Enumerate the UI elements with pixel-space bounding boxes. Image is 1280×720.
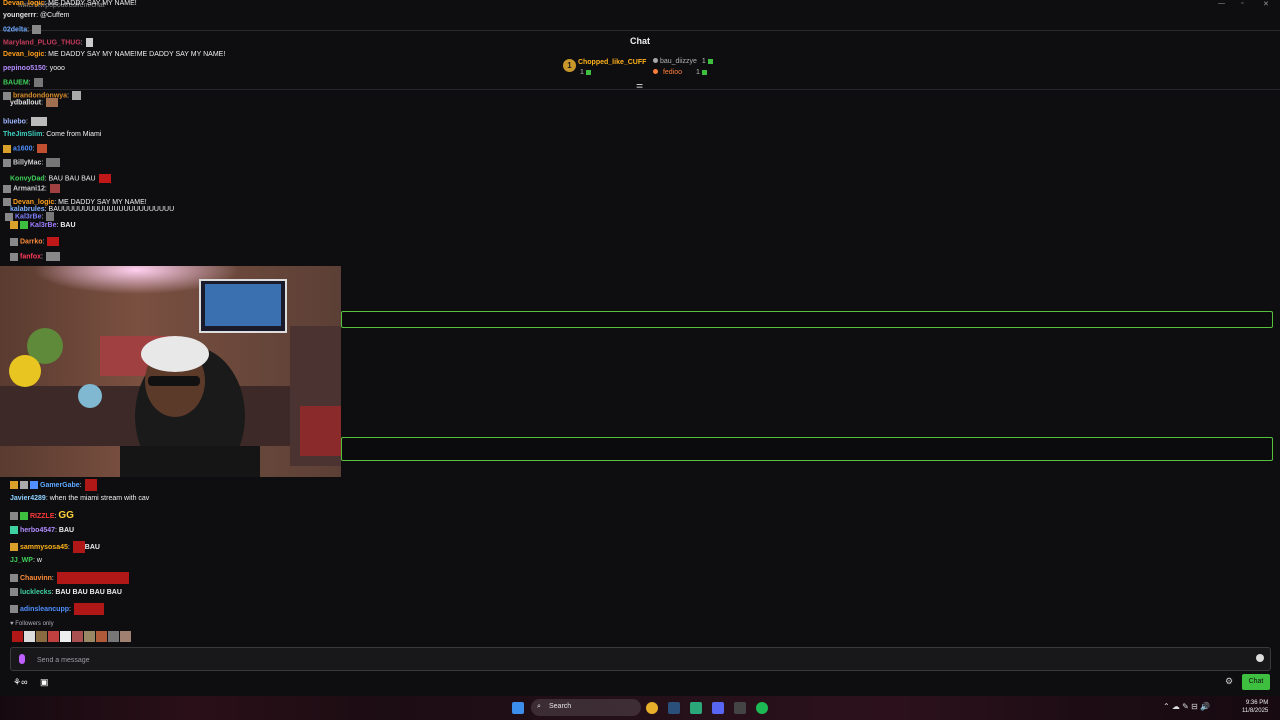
list-item: ydballout: [10,98,59,107]
bottom-left-controls: ⚘∞ ▣ [13,677,49,688]
list-item: Armani12: [3,184,60,193]
list-item: Devan_logic: ME DADDY SAY MY NAME! [3,0,137,7]
emote-strip[interactable] [11,631,131,644]
taskbar-clock[interactable]: 9:36 PM 11/8/2025 [1242,699,1268,715]
chat-message[interactable]: GamerGabe: [10,479,97,491]
taskbar-search[interactable]: ⌕ Search [531,699,641,716]
list-item: BAUEM: [3,78,43,87]
chat-message[interactable]: lucklecks: BAU BAU BAU BAU [10,588,122,596]
leaderboard-name: Chopped_like_CUFF [577,59,647,66]
emoji-picker-icon[interactable] [1256,654,1264,662]
close-icon[interactable]: ✕ [1263,0,1269,8]
chrome-icon[interactable] [646,702,658,714]
chat-message[interactable]: RIZZLE: GG [10,510,74,521]
spotify-icon[interactable] [756,702,768,714]
windows-start-icon[interactable] [512,702,524,714]
rank-dot-icon [653,58,658,63]
search-icon: ⌕ [537,703,541,710]
list-item: bluebo: [3,117,47,126]
list-item: TheJimSlim: Come from Miami [3,131,102,138]
chat-message[interactable]: Javier4289: when the miami stream with c… [10,495,149,502]
points-balance: ∞ [21,677,28,687]
rank-medal-icon: 1 [563,59,576,72]
list-item: Kal3rBe: BAU [10,221,76,230]
divider [0,89,1280,90]
webcam-video [0,266,341,477]
list-item: Maryland_PLUG_THUG: [3,38,93,47]
chat-input-box[interactable] [10,647,1271,671]
maximize-icon[interactable]: ▫ [1241,0,1243,7]
minimize-icon[interactable]: — [1218,0,1225,7]
channel-points-icon[interactable]: ⚘ [13,677,21,687]
chat-send-button[interactable]: Chat [1242,674,1270,690]
leaderboard-name: fedioo [662,69,683,76]
list-item: 02delta: [3,25,42,34]
followers-only-notice: ♥ Followers only [10,621,54,627]
list-item: pepinoo5150: yooo [3,65,65,72]
collapse-chevron-icon[interactable]: ☰ [636,83,643,92]
chat-input[interactable] [35,651,1239,669]
steam-icon[interactable] [668,702,680,714]
leaderboard-name: bau_diizzye [659,58,697,65]
chat-title: Chat [630,36,650,46]
list-item: Kal3rBe: [5,212,55,221]
os-taskbar: ⌕ Search ⌃ ☁ ✎ ⊟ 🔊 9:36 PM 11/8/2025 [0,696,1280,720]
list-item: youngerrr: @Cuffem [3,12,70,19]
app-icon[interactable] [734,702,746,714]
leaderboard-item-1[interactable]: 1 Chopped_like_CUFF [563,59,646,72]
system-tray[interactable]: ⌃ ☁ ✎ ⊟ 🔊 [1163,702,1210,711]
microphone-icon[interactable] [19,654,25,664]
app-icon[interactable] [690,702,702,714]
highlight-banner [341,311,1273,328]
leaderboard-item-2[interactable]: bau_diizzye 1 [653,58,713,65]
leaderboard-count-1: 1 [580,69,591,76]
list-item: Devan_logic: ME DADDY SAY MY NAME!ME DAD… [3,51,226,58]
list-item: Darrko: [10,237,60,246]
chat-message[interactable]: herbo4547: BAU [10,526,74,534]
list-item: KonvyDad: BAU BAU BAU [10,174,111,183]
list-item: BillyMac: [3,158,61,167]
browser-titlebar: twitch.tv/popout/cuffem/chat — ▫ ✕ [0,0,1280,11]
rank-dot-icon [653,69,658,74]
chat-message[interactable]: JJ_WP: w [10,557,42,564]
chat-message[interactable]: adinsleancupp: [10,603,104,615]
settings-gear-icon[interactable]: ⚙ [1225,676,1233,687]
highlight-banner [341,437,1273,461]
chat-message[interactable]: Chauvinn: [10,572,129,584]
discord-icon[interactable] [712,702,724,714]
chat-message[interactable]: sammysosa45: BAU [10,541,100,553]
chat-header: Chat [0,30,1280,51]
leaderboard-item-3[interactable]: fedioo 1 [653,69,707,76]
list-item: a1600: [3,144,48,153]
gift-icon[interactable]: ▣ [40,677,49,687]
webcam-image [0,266,341,477]
list-item: fanfox: [10,252,60,261]
